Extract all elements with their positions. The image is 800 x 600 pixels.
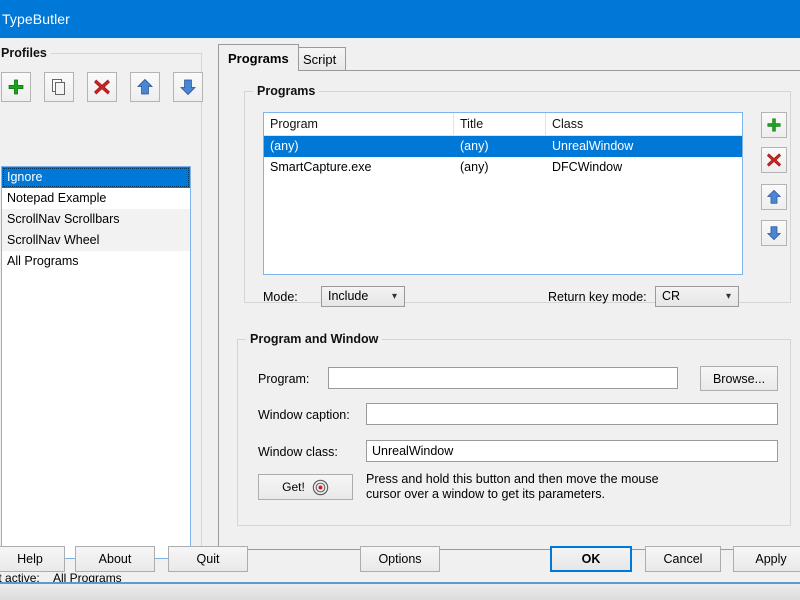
below-window-area — [0, 584, 800, 600]
mode-label: Mode: — [263, 290, 298, 304]
window-body: Profiles Ignore Notepad Example ScrollNa… — [0, 38, 800, 585]
window-caption-input[interactable] — [366, 403, 778, 425]
program-and-window-group: Program and Window Program: Browse... Wi… — [237, 332, 791, 526]
arrow-down-icon — [766, 226, 782, 241]
programs-table[interactable]: Program Title Class (any) (any) UnrealWi… — [263, 112, 743, 275]
tab-programs[interactable]: Programs — [218, 44, 299, 71]
add-program-button[interactable] — [761, 112, 787, 138]
list-item[interactable]: Ignore — [2, 167, 190, 188]
browse-button[interactable]: Browse... — [700, 366, 778, 391]
delete-x-icon — [766, 153, 782, 167]
footer-button-row: Help About Quit Options OK Cancel Apply — [0, 546, 800, 586]
help-button[interactable]: Help — [0, 546, 65, 572]
move-program-down-button[interactable] — [761, 220, 787, 246]
target-crosshair-icon — [312, 479, 329, 495]
profiles-group: Profiles Ignore Notepad Example ScrollNa… — [0, 46, 203, 585]
cancel-button[interactable]: Cancel — [645, 546, 721, 572]
cell-program: (any) — [270, 139, 299, 153]
duplicate-profile-button[interactable] — [44, 72, 74, 102]
tab-programs-label: Programs — [228, 50, 289, 66]
tab-script[interactable]: Script — [293, 47, 347, 70]
mode-select[interactable]: Include ▾ — [321, 286, 405, 307]
quit-button-label: Quit — [196, 552, 220, 566]
title-bar[interactable]: TypeButler — [0, 0, 800, 38]
plus-icon — [767, 118, 781, 132]
tab-panel-programs: Programs Program Title Class (any) (any)… — [218, 70, 800, 550]
about-button[interactable]: About — [75, 546, 155, 572]
programs-group: Programs Program Title Class (any) (any)… — [244, 84, 791, 307]
delete-profile-button[interactable] — [87, 72, 117, 102]
mode-select-value: Include — [328, 289, 369, 303]
cell-program: SmartCapture.exe — [270, 160, 372, 174]
column-header-program[interactable]: Program — [264, 113, 454, 135]
list-item[interactable]: ScrollNav Wheel — [2, 230, 190, 251]
program-and-window-group-label: Program and Window — [246, 332, 383, 346]
plus-icon — [8, 79, 24, 95]
move-profile-down-button[interactable] — [173, 72, 203, 102]
program-label: Program: — [258, 372, 310, 386]
move-profile-up-button[interactable] — [130, 72, 160, 102]
profiles-group-label: Profiles — [0, 46, 51, 60]
ok-button[interactable]: OK — [550, 546, 632, 572]
cell-title: (any) — [460, 139, 489, 153]
window-class-input[interactable] — [366, 440, 778, 462]
cell-class: DFCWindow — [552, 160, 623, 174]
chevron-down-icon: ▾ — [725, 291, 731, 302]
copy-icon — [52, 79, 65, 95]
quit-button[interactable]: Quit — [168, 546, 248, 572]
return-key-mode-label: Return key mode: — [548, 290, 647, 304]
list-item[interactable]: Notepad Example — [2, 188, 190, 209]
programs-group-label: Programs — [253, 84, 320, 98]
arrow-up-icon — [766, 189, 782, 204]
apply-button-label: Apply — [755, 552, 787, 566]
apply-button[interactable]: Apply — [733, 546, 800, 572]
get-button-hint: Press and hold this button and then move… — [366, 472, 766, 502]
move-program-up-button[interactable] — [761, 184, 787, 210]
delete-x-icon — [94, 79, 110, 95]
window-class-label: Window class: — [258, 445, 338, 459]
browse-button-label: Browse... — [712, 371, 766, 386]
table-header-row: Program Title Class — [264, 113, 742, 136]
get-button-label: Get! — [282, 480, 305, 494]
tab-script-label: Script — [303, 51, 337, 67]
window-caption-label: Window caption: — [258, 408, 350, 422]
list-item[interactable]: ScrollNav Scrollbars — [2, 209, 190, 230]
program-input[interactable] — [328, 367, 678, 389]
cancel-button-label: Cancel — [663, 552, 703, 566]
window-title: TypeButler — [2, 11, 70, 27]
column-header-title[interactable]: Title — [454, 113, 546, 135]
list-item[interactable]: All Programs — [2, 251, 190, 272]
cell-class: UnrealWindow — [552, 139, 634, 153]
options-button-label: Options — [378, 552, 422, 566]
arrow-up-icon — [137, 78, 153, 95]
delete-program-button[interactable] — [761, 147, 787, 173]
get-button[interactable]: Get! — [258, 474, 353, 500]
profile-list[interactable]: Ignore Notepad Example ScrollNav Scrollb… — [1, 166, 191, 559]
chevron-down-icon: ▾ — [391, 291, 397, 302]
table-row[interactable]: (any) (any) UnrealWindow — [264, 136, 742, 157]
table-row[interactable]: SmartCapture.exe (any) DFCWindow — [264, 157, 742, 178]
column-header-class[interactable]: Class — [546, 113, 742, 135]
help-button-label: Help — [17, 552, 43, 566]
add-profile-button[interactable] — [1, 72, 31, 102]
about-button-label: About — [98, 552, 132, 566]
return-key-mode-select[interactable]: CR ▾ — [655, 286, 739, 307]
get-hint-line-1: Press and hold this button and then move… — [366, 472, 659, 486]
ok-button-label: OK — [581, 552, 601, 566]
cell-title: (any) — [460, 160, 489, 174]
get-hint-line-2: cursor over a window to get its paramete… — [366, 487, 605, 501]
tab-strip: Programs Script — [218, 44, 800, 71]
return-key-mode-value: CR — [662, 289, 681, 303]
options-button[interactable]: Options — [360, 546, 440, 572]
arrow-down-icon — [180, 79, 196, 96]
